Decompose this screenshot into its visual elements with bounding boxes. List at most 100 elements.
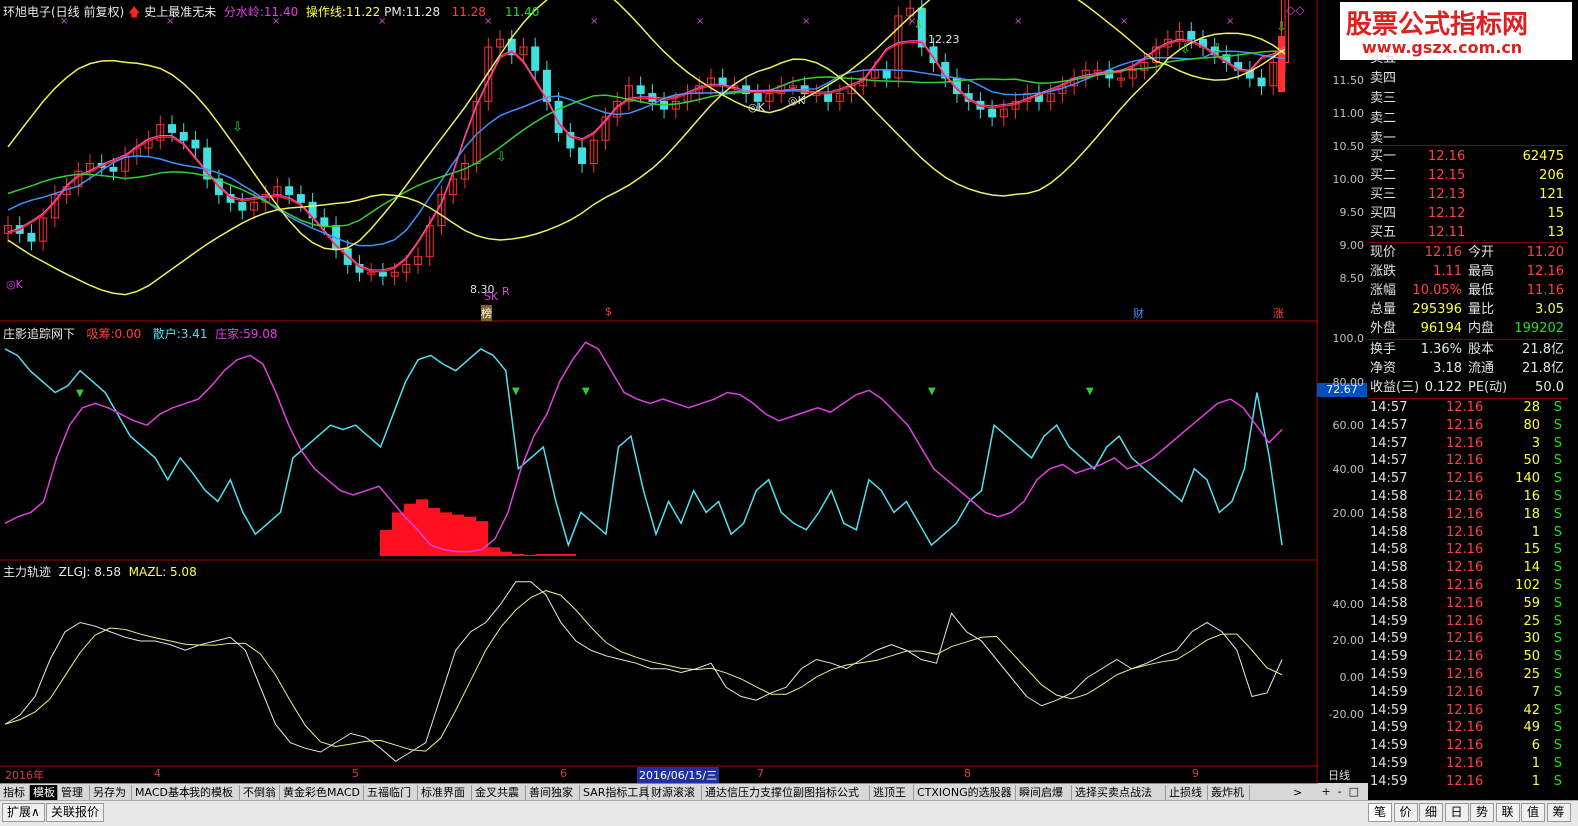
- ok-annotation: ◎K: [788, 94, 805, 107]
- stats-label: 换手: [1370, 342, 1397, 357]
- event-marker[interactable]: $: [605, 305, 612, 318]
- tick-side: S: [1553, 702, 1562, 718]
- template-tab[interactable]: 不倒翁: [240, 785, 280, 800]
- panel2-value2: 3.41: [180, 327, 208, 341]
- candle-body: [1278, 36, 1285, 92]
- accumulation-bar: [380, 529, 392, 556]
- event-marker[interactable]: 财: [1133, 305, 1144, 321]
- template-tab[interactable]: 黄金彩色MACD: [280, 785, 364, 800]
- bid-price: 12.15: [1428, 168, 1466, 183]
- down-arrow-icon: ⇩: [496, 150, 507, 165]
- quote-value: 11.16: [1526, 283, 1564, 298]
- tick-time: 14:59: [1370, 773, 1408, 789]
- template-tab[interactable]: 五福临门: [364, 785, 418, 800]
- template-tab[interactable]: 标准界面: [418, 785, 472, 800]
- quote-view-tab[interactable]: 联: [1495, 803, 1520, 822]
- bottom-tab[interactable]: 扩展∧: [2, 803, 45, 822]
- quote-label: 最高: [1468, 264, 1495, 279]
- template-tab[interactable]: 金叉共震: [472, 785, 526, 800]
- bottom-tab[interactable]: 关联报价: [46, 803, 105, 822]
- x-axis-label: 6: [560, 767, 567, 780]
- panel3-value2: 5.08: [169, 565, 197, 579]
- chart-options-icon[interactable]: ◇◇: [1286, 3, 1304, 17]
- event-marker[interactable]: 榜: [481, 305, 492, 321]
- bid-row[interactable]: 买四 12.12 15: [1368, 205, 1566, 223]
- chart-header: 环旭电子(日线 前复权) 🡅 史上最准无未 分水岭:11.40 操作线:11.2…: [3, 3, 539, 24]
- candle-body: [824, 93, 833, 102]
- zoom-controls[interactable]: + - □: [1318, 783, 1368, 800]
- mazl-line: [4, 590, 1283, 752]
- quote-view-tab[interactable]: 筹: [1546, 803, 1571, 822]
- tick-row: 14:58 12.16 15 S: [1368, 541, 1566, 559]
- template-tab[interactable]: 选择买卖点战法: [1072, 785, 1166, 800]
- template-tab[interactable]: 另存为: [90, 785, 132, 800]
- chart-area[interactable]: × × × × × × × × × × × × ▼ ▼ ▼ ▼ ▼ 环旭电子(日线 前复权) 🡅 史上最准无未 …: [0, 0, 1367, 783]
- tick-volume: 25: [1523, 667, 1540, 682]
- template-tab[interactable]: 瞬间启爆: [1016, 785, 1072, 800]
- candle-body: [320, 217, 329, 227]
- template-tab[interactable]: 模板: [30, 785, 58, 800]
- main-y-tick: 8.50: [1339, 272, 1365, 285]
- quote-view-tab[interactable]: 日: [1444, 803, 1469, 822]
- tick-volume: 18: [1523, 506, 1540, 522]
- bid-row[interactable]: 买三 12.13 121: [1368, 186, 1566, 204]
- template-tab[interactable]: 善间独家: [526, 785, 580, 800]
- tick-price: 12.16: [1446, 631, 1484, 647]
- candle-body: [988, 108, 997, 118]
- tick-volume: 15: [1523, 542, 1540, 558]
- bid-row[interactable]: 买一 12.16 62475: [1368, 148, 1566, 166]
- kline-chart-svg[interactable]: × × × × × × × × × × × ×▼ ▼ ▼ ▼ ▼: [0, 0, 1318, 783]
- stats-label: 收益(三): [1370, 380, 1420, 395]
- tick-time: 14:57: [1370, 435, 1408, 451]
- period-label: 日线: [1328, 769, 1350, 782]
- bid-label: 买一: [1370, 149, 1397, 164]
- tick-row: 14:58 12.16 18 S: [1368, 506, 1566, 524]
- ma-green-line: [7, 50, 1286, 228]
- template-tab[interactable]: 指标: [0, 785, 30, 800]
- stats-value: 1.36%: [1420, 342, 1462, 357]
- template-tab[interactable]: 逃顶王: [870, 785, 914, 800]
- tick-time: 14:58: [1370, 489, 1408, 504]
- tick-row: 14:58 12.16 59 S: [1368, 595, 1566, 613]
- tick-row: 14:59 12.16 1 S: [1368, 773, 1566, 791]
- panel2-value1: 0.00: [114, 327, 142, 341]
- tab-scroll-right-icon[interactable]: >: [1290, 785, 1310, 800]
- template-tab[interactable]: MACD基本: [132, 785, 190, 800]
- candle-body: [531, 46, 540, 71]
- event-marker[interactable]: 涨: [1273, 305, 1284, 321]
- quote-view-tab[interactable]: 笔: [1368, 803, 1393, 822]
- zlgj-line: [4, 581, 1283, 762]
- quote-view-tab[interactable]: 价: [1393, 803, 1418, 822]
- bid-row[interactable]: 买二 12.15 206: [1368, 167, 1566, 185]
- tick-side: S: [1553, 489, 1562, 504]
- quote-view-tab[interactable]: 势: [1470, 803, 1495, 822]
- quote-view-tab[interactable]: 细: [1419, 803, 1444, 822]
- divider-label: 分水岭:: [223, 5, 264, 19]
- tick-volume: 50: [1523, 649, 1540, 665]
- template-tab[interactable]: SAR指标工具: [580, 785, 649, 800]
- template-tab[interactable]: 我的模板: [186, 785, 240, 800]
- candles-group: [4, 0, 1289, 286]
- tick-side: S: [1553, 667, 1562, 682]
- bottom-bar: 扩展∧ 关联报价 笔价细日势联值筹: [0, 800, 1578, 826]
- stats-value: 21.8亿: [1522, 342, 1564, 357]
- tick-volume: 1: [1531, 756, 1540, 771]
- candle-body: [1187, 30, 1196, 40]
- cursor-date: 2016/06/15/三: [637, 767, 720, 783]
- top-marker: ×: [1120, 16, 1128, 27]
- template-tab[interactable]: 轰炸机: [1208, 785, 1250, 800]
- ask-row: 卖五: [1368, 50, 1566, 68]
- template-tab[interactable]: 管理: [58, 785, 90, 800]
- tick-row: 14:57 12.16 50 S: [1368, 452, 1566, 470]
- tick-price: 12.16: [1446, 400, 1484, 415]
- template-tab[interactable]: 止损线: [1166, 785, 1208, 800]
- template-tab[interactable]: 通达信压力支撑位副图指标公式: [702, 785, 870, 800]
- quote-label: 外盘: [1370, 321, 1397, 336]
- quote-view-tab[interactable]: 值: [1521, 803, 1546, 822]
- quote-row: 外盘 96194 内盘 199202: [1368, 320, 1566, 338]
- template-tab[interactable]: 财源滚滚: [648, 785, 702, 800]
- panel3-label1: ZLGJ:: [58, 565, 91, 579]
- panel2-y-tick: 80.00: [1332, 376, 1365, 389]
- template-tab[interactable]: CTXIONG的选股器: [914, 785, 1016, 800]
- bid-row[interactable]: 买五 12.11 13: [1368, 224, 1566, 242]
